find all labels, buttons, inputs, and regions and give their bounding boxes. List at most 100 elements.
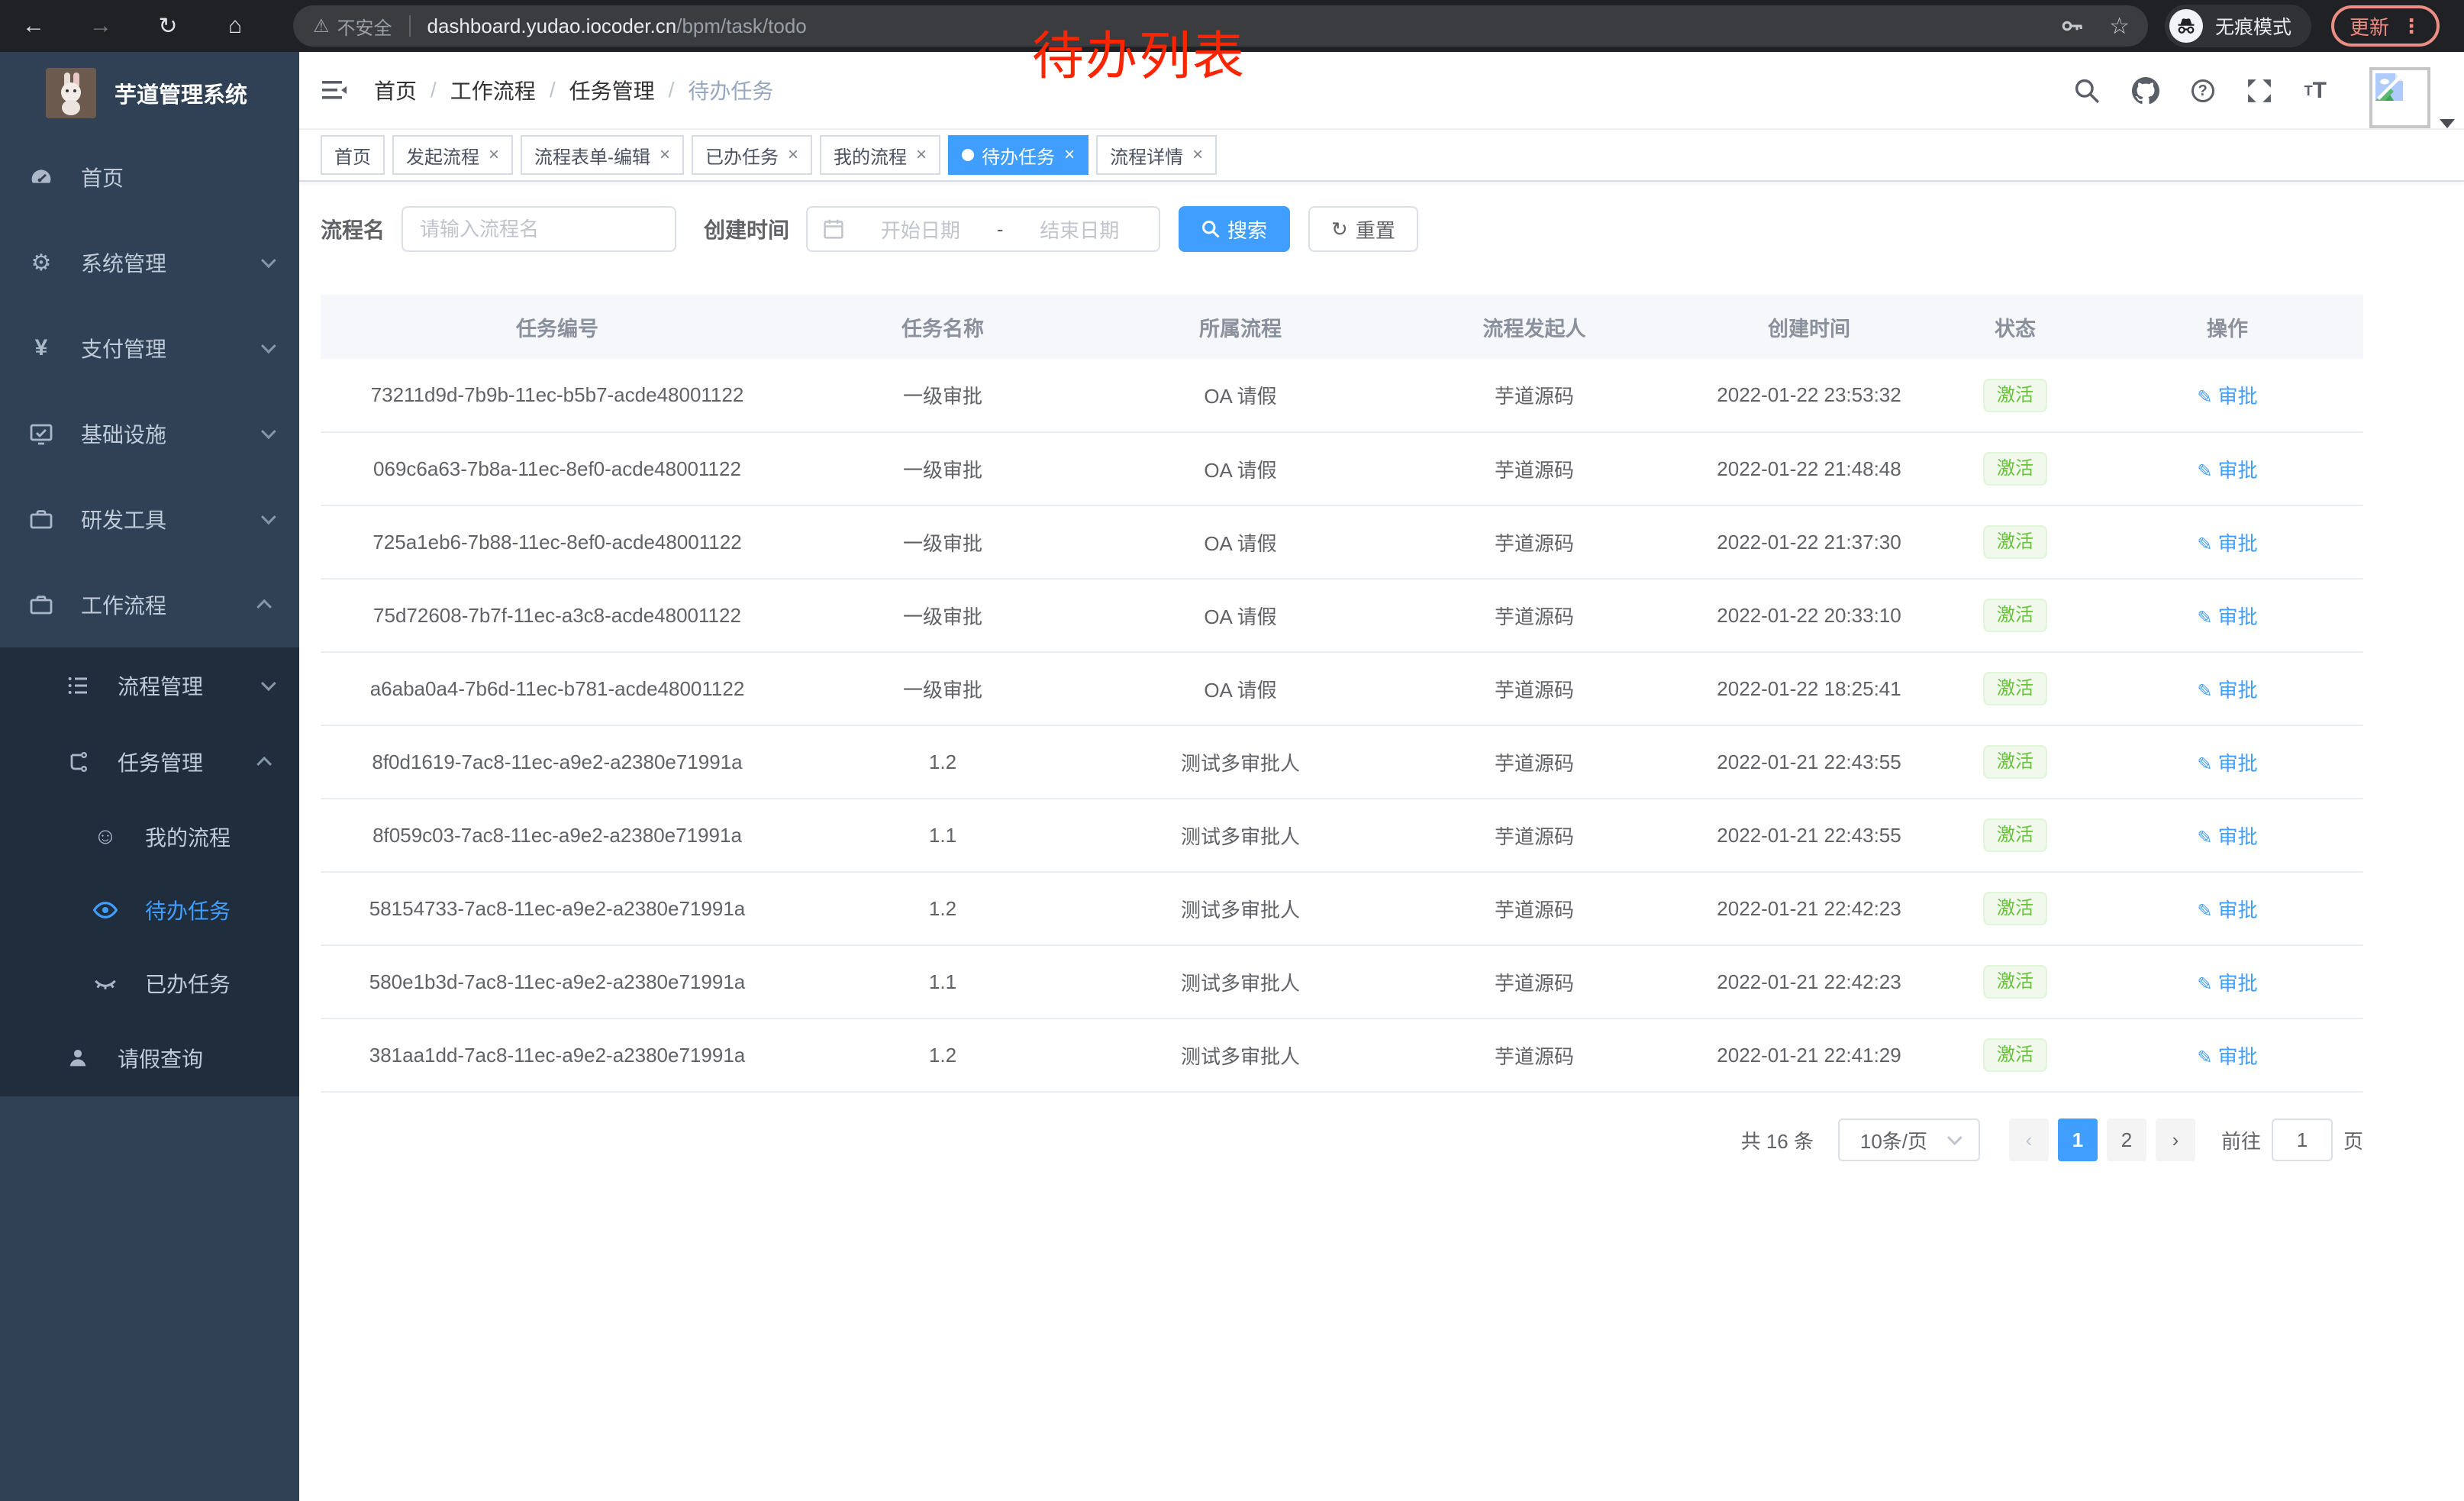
tab-form-edit[interactable]: 流程表单-编辑 × xyxy=(521,135,684,175)
help-icon[interactable]: ? xyxy=(2191,79,2214,102)
chevron-down-icon xyxy=(261,424,276,439)
range-separator: - xyxy=(997,218,1004,241)
sidebar-item-label: 系统管理 xyxy=(81,247,166,278)
fullscreen-icon[interactable] xyxy=(2246,78,2272,104)
status-badge: 激活 xyxy=(1983,379,2047,412)
incognito-icon xyxy=(2169,9,2203,43)
breadcrumb-item[interactable]: 任务管理 xyxy=(569,75,655,105)
sidebar-item-leave-query[interactable]: 请假查询 xyxy=(0,1020,299,1096)
page-unit-label: 页 xyxy=(2343,1126,2363,1154)
github-icon[interactable] xyxy=(2132,77,2159,105)
close-icon[interactable]: × xyxy=(1192,144,1203,166)
table-row: 725a1eb6-7b88-11ec-8ef0-acde48001122 一级审… xyxy=(321,505,2363,579)
table-row: 8f059c03-7ac8-11ec-a9e2-a2380e71991a 1.1… xyxy=(321,799,2363,872)
broken-image-icon xyxy=(2374,72,2404,102)
browser-menu-icon[interactable]: ⋮ xyxy=(2401,15,2421,38)
edit-icon: ✎ xyxy=(2197,1047,2212,1068)
list-icon xyxy=(61,673,95,698)
cell-create-time: 2022-01-22 23:53:32 xyxy=(1679,359,1939,432)
sidebar-collapse-icon[interactable] xyxy=(321,76,348,104)
close-icon[interactable]: × xyxy=(1064,144,1075,166)
tab-todo-tasks[interactable]: 待办任务 × xyxy=(948,135,1088,175)
sidebar-item-workflow[interactable]: 工作流程 xyxy=(0,562,299,647)
tab-start-process[interactable]: 发起流程 × xyxy=(392,135,513,175)
sidebar-item-devtools[interactable]: 研发工具 xyxy=(0,476,299,562)
process-name-input[interactable] xyxy=(402,206,676,252)
approve-button[interactable]: ✎ 审批 xyxy=(2197,899,2257,922)
page-button-2[interactable]: 2 xyxy=(2107,1118,2146,1161)
breadcrumb-item[interactable]: 工作流程 xyxy=(450,75,536,105)
sidebar-item-home[interactable]: 首页 xyxy=(0,134,299,220)
avatar-dropdown-caret-icon[interactable] xyxy=(2440,119,2455,128)
create-time-label: 创建时间 xyxy=(704,214,789,244)
reset-button[interactable]: ↻ 重置 xyxy=(1308,206,1418,252)
page-button-1[interactable]: 1 xyxy=(2058,1118,2098,1161)
browser-home-icon[interactable]: ⌂ xyxy=(217,8,253,44)
sidebar-item-system[interactable]: ⚙ 系统管理 xyxy=(0,220,299,305)
approve-button[interactable]: ✎ 审批 xyxy=(2197,972,2257,995)
approve-button[interactable]: ✎ 审批 xyxy=(2197,385,2257,408)
active-dot xyxy=(962,149,974,161)
search-icon[interactable] xyxy=(2074,78,2100,104)
sidebar-item-label: 工作流程 xyxy=(81,589,166,620)
approve-button[interactable]: ✎ 审批 xyxy=(2197,679,2257,702)
cell-process: OA 请假 xyxy=(1092,579,1389,652)
sidebar-item-done-tasks[interactable]: 已办任务 xyxy=(0,947,299,1020)
cell-task-name: 一级审批 xyxy=(794,432,1092,505)
breadcrumb-item[interactable]: 首页 xyxy=(374,75,417,105)
todo-list-annotation: 待办列表 xyxy=(1032,14,1246,89)
page-content: 流程名 创建时间 开始日期 - 结束日期 搜索 ↻ xyxy=(299,182,2363,1161)
tab-process-detail[interactable]: 流程详情 × xyxy=(1096,135,1217,175)
sidebar-item-my-process[interactable]: ☺ 我的流程 xyxy=(0,800,299,873)
status-badge: 激活 xyxy=(1983,525,2047,559)
password-key-icon[interactable] xyxy=(2060,14,2085,38)
tab-done-tasks[interactable]: 已办任务 × xyxy=(692,135,812,175)
goto-page-input[interactable] xyxy=(2272,1118,2333,1161)
browser-update-button[interactable]: 更新 ⋮ xyxy=(2331,5,2440,47)
search-button[interactable]: 搜索 xyxy=(1179,206,1290,252)
cell-create-time: 2022-01-22 18:25:41 xyxy=(1679,652,1939,725)
col-actions: 操作 xyxy=(2091,295,2363,359)
app-logo[interactable]: 芋道管理系统 xyxy=(0,52,299,134)
tab-home[interactable]: 首页 xyxy=(321,135,385,175)
date-range-picker[interactable]: 开始日期 - 结束日期 xyxy=(806,206,1160,252)
pagination: 共 16 条 10条/页 ‹ 1 2 › 前往 页 xyxy=(321,1118,2363,1161)
not-secure-warning[interactable]: ⚠ 不安全 xyxy=(313,13,392,40)
close-icon[interactable]: × xyxy=(916,144,927,166)
approve-button[interactable]: ✎ 审批 xyxy=(2197,752,2257,775)
sidebar-item-todo-tasks[interactable]: 待办任务 xyxy=(0,873,299,947)
browser-forward-icon[interactable]: → xyxy=(82,8,119,44)
edit-icon: ✎ xyxy=(2197,681,2212,702)
page-size-select[interactable]: 10条/页 xyxy=(1838,1118,1980,1161)
sidebar-item-process-management[interactable]: 流程管理 xyxy=(0,647,299,724)
bookmark-star-icon[interactable]: ☆ xyxy=(2109,13,2130,40)
avatar[interactable] xyxy=(2369,67,2430,128)
cell-task-id: a6aba0a4-7b6d-11ec-b781-acde48001122 xyxy=(321,652,794,725)
close-icon[interactable]: × xyxy=(788,144,798,166)
sidebar-item-task-management[interactable]: 任务管理 xyxy=(0,724,299,800)
close-icon[interactable]: × xyxy=(489,144,499,166)
start-date-placeholder[interactable]: 开始日期 xyxy=(856,215,985,244)
close-icon[interactable]: × xyxy=(660,144,670,166)
approve-button[interactable]: ✎ 审批 xyxy=(2197,459,2257,482)
eye-closed-icon xyxy=(89,970,122,996)
sidebar-item-label: 任务管理 xyxy=(118,747,203,777)
approve-button[interactable]: ✎ 审批 xyxy=(2197,532,2257,555)
end-date-placeholder[interactable]: 结束日期 xyxy=(1015,215,1143,244)
approve-button[interactable]: ✎ 审批 xyxy=(2197,825,2257,848)
table-row: a6aba0a4-7b6d-11ec-b781-acde48001122 一级审… xyxy=(321,652,2363,725)
next-page-button[interactable]: › xyxy=(2156,1118,2195,1161)
prev-page-button[interactable]: ‹ xyxy=(2009,1118,2049,1161)
cell-create-time: 2022-01-21 22:42:23 xyxy=(1679,872,1939,945)
approve-button[interactable]: ✎ 审批 xyxy=(2197,1045,2257,1068)
sidebar-item-payment[interactable]: ¥ 支付管理 xyxy=(0,305,299,391)
sidebar-item-infrastructure[interactable]: 基础设施 xyxy=(0,391,299,476)
font-size-icon[interactable]: TT xyxy=(2304,78,2327,104)
browser-reload-icon[interactable]: ↻ xyxy=(150,8,186,44)
tags-view: 首页 发起流程 × 流程表单-编辑 × 已办任务 × 我的流程 × xyxy=(299,130,2464,182)
tab-my-process[interactable]: 我的流程 × xyxy=(820,135,940,175)
monitor-check-icon xyxy=(24,421,58,446)
search-icon xyxy=(1201,220,1220,238)
browser-back-icon[interactable]: ← xyxy=(15,8,52,44)
approve-button[interactable]: ✎ 审批 xyxy=(2197,605,2257,628)
